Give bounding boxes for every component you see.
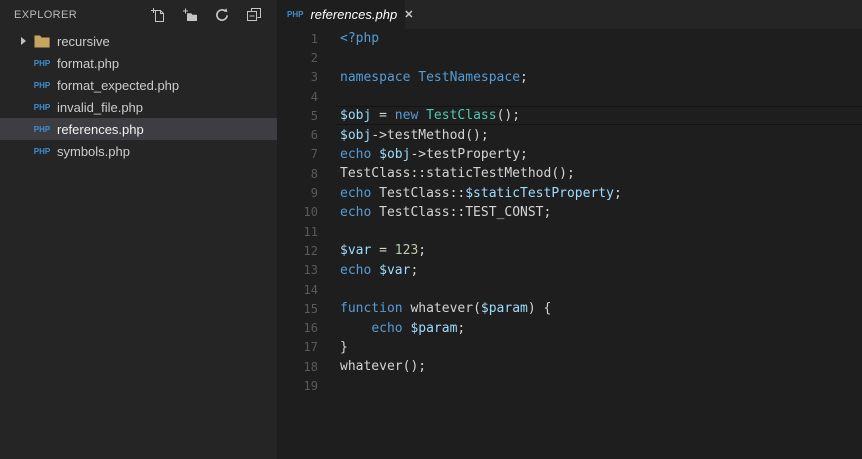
code-line-3[interactable]: 3 namespace TestNamespace; bbox=[277, 68, 862, 87]
file-list: recursive PHP format.php PHP format_expected… bbox=[0, 30, 277, 162]
line-number: 14 bbox=[303, 282, 318, 297]
php-file-icon: PHP bbox=[33, 58, 51, 68]
code-line-9[interactable]: 9 echo TestClass:: $staticTestProperty; bbox=[277, 183, 862, 202]
code-text: echo TestClass::TEST_CONST; bbox=[340, 204, 552, 220]
tab-references-php[interactable]: PHP references.php ✕ bbox=[277, 0, 413, 29]
close-tab-icon[interactable]: ✕ bbox=[404, 8, 413, 21]
list-item-invalid_file-php[interactable]: PHP invalid_file.php bbox=[0, 96, 277, 118]
code-text: $obj = new TestClass (); bbox=[336, 106, 862, 125]
line-number: 10 bbox=[303, 205, 318, 220]
refresh-button[interactable] bbox=[213, 6, 231, 24]
file-name: symbols.php bbox=[57, 143, 130, 159]
code-text: } bbox=[340, 339, 348, 355]
list-item-format-php[interactable]: PHP format.php bbox=[0, 52, 277, 74]
line-number: 12 bbox=[303, 243, 318, 258]
file-name: recursive bbox=[57, 33, 110, 49]
code-line-18[interactable]: 18 whatever(); bbox=[277, 357, 862, 376]
line-number: 15 bbox=[303, 301, 318, 316]
code-line-13[interactable]: 13 echo $var; bbox=[277, 261, 862, 280]
code-line-14[interactable]: 14 bbox=[277, 280, 862, 299]
line-number: 18 bbox=[303, 359, 318, 374]
new-folder-button[interactable] bbox=[181, 6, 199, 24]
explorer-sidebar: EXPLORER recursive PHP format.php PHP fo… bbox=[0, 0, 277, 459]
collapse-all-icon bbox=[247, 7, 261, 21]
code-line-10[interactable]: 10 echo TestClass::TEST_CONST; bbox=[277, 203, 862, 222]
line-number: 1 bbox=[310, 31, 318, 46]
code-line-16[interactable]: 16 echo $param; bbox=[277, 318, 862, 337]
list-item-format_expected-php[interactable]: PHP format_expected.php bbox=[0, 74, 277, 96]
explorer-title: EXPLORER bbox=[14, 8, 78, 21]
file-name: format_expected.php bbox=[57, 77, 180, 93]
tab-bar: PHP references.php ✕ bbox=[277, 0, 862, 29]
code-line-12[interactable]: 12 $var = 123; bbox=[277, 241, 862, 260]
php-file-icon: PHP bbox=[33, 124, 51, 134]
list-item-recursive[interactable]: recursive bbox=[0, 30, 277, 52]
explorer-header: EXPLORER bbox=[0, 0, 277, 29]
new-file-button[interactable] bbox=[149, 6, 167, 24]
code-text: echo $var; bbox=[340, 262, 419, 278]
line-number: 11 bbox=[303, 224, 318, 239]
code-line-2[interactable]: 2 bbox=[277, 48, 862, 67]
code-text: namespace TestNamespace; bbox=[340, 69, 528, 85]
code-line-7[interactable]: 7 echo $obj ->testProperty; bbox=[277, 145, 862, 164]
code-line-17[interactable]: 17} bbox=[277, 338, 862, 357]
list-item-symbols-php[interactable]: PHP symbols.php bbox=[0, 140, 277, 162]
line-number: 17 bbox=[303, 340, 318, 355]
new-file-icon bbox=[151, 7, 164, 22]
folder-icon bbox=[33, 35, 51, 48]
new-folder-icon bbox=[183, 8, 197, 21]
code-text: echo $param; bbox=[371, 320, 466, 336]
code-line-19[interactable]: 19 bbox=[277, 376, 862, 395]
php-file-icon: PHP bbox=[287, 10, 304, 19]
code-text: $var = 123; bbox=[340, 243, 427, 259]
code-text: function whatever($param) { bbox=[340, 301, 552, 317]
file-name: invalid_file.php bbox=[57, 99, 144, 115]
file-name: references.php bbox=[57, 121, 144, 137]
code-text: echo $obj ->testProperty; bbox=[340, 146, 528, 162]
code-text: echo TestClass:: $staticTestProperty; bbox=[340, 185, 622, 201]
tab-title: references.php bbox=[310, 7, 398, 22]
line-number: 13 bbox=[303, 263, 318, 278]
php-file-icon: PHP bbox=[33, 102, 51, 112]
line-number: 6 bbox=[310, 128, 318, 143]
list-item-references-php[interactable]: PHP references.php bbox=[0, 118, 277, 140]
code-line-11[interactable]: 11 bbox=[277, 222, 862, 241]
line-number: 2 bbox=[310, 50, 318, 65]
line-number: 4 bbox=[310, 89, 318, 104]
code-line-6[interactable]: 6 $obj ->testMethod(); bbox=[277, 125, 862, 144]
code-line-4[interactable]: 4 bbox=[277, 87, 862, 106]
line-number: 5 bbox=[310, 108, 318, 123]
refresh-icon bbox=[216, 7, 228, 21]
code-text: <?php bbox=[340, 31, 380, 47]
code-text: $obj ->testMethod(); bbox=[340, 127, 489, 143]
code-text: TestClass::staticTestMethod(); bbox=[340, 166, 575, 182]
collapse-all-button[interactable] bbox=[245, 6, 263, 24]
php-file-icon: PHP bbox=[33, 146, 51, 156]
code-line-1[interactable]: 1 <?php bbox=[277, 29, 862, 48]
chevron-right-icon[interactable] bbox=[21, 37, 26, 45]
line-number: 9 bbox=[310, 186, 318, 201]
code-line-8[interactable]: 8 TestClass::staticTestMethod(); bbox=[277, 164, 862, 183]
editor-group: PHP references.php ✕ 1 <?php 2 3 namespace T… bbox=[277, 0, 862, 459]
file-name: format.php bbox=[57, 55, 120, 71]
line-number: 3 bbox=[310, 70, 318, 85]
line-number: 8 bbox=[310, 166, 318, 181]
php-file-icon: PHP bbox=[33, 80, 51, 90]
line-number: 19 bbox=[303, 378, 318, 393]
line-number: 7 bbox=[310, 147, 318, 162]
explorer-toolbar bbox=[149, 6, 263, 24]
code-text: whatever(); bbox=[340, 359, 427, 375]
code-line-15[interactable]: 15 function whatever($param) { bbox=[277, 299, 862, 318]
code-line-5[interactable]: 5 $obj = new TestClass (); bbox=[277, 106, 862, 125]
line-number: 16 bbox=[303, 321, 318, 336]
code-area: 1 <?php 2 3 namespace TestNamespace; 4 5 $obj =… bbox=[277, 29, 862, 459]
